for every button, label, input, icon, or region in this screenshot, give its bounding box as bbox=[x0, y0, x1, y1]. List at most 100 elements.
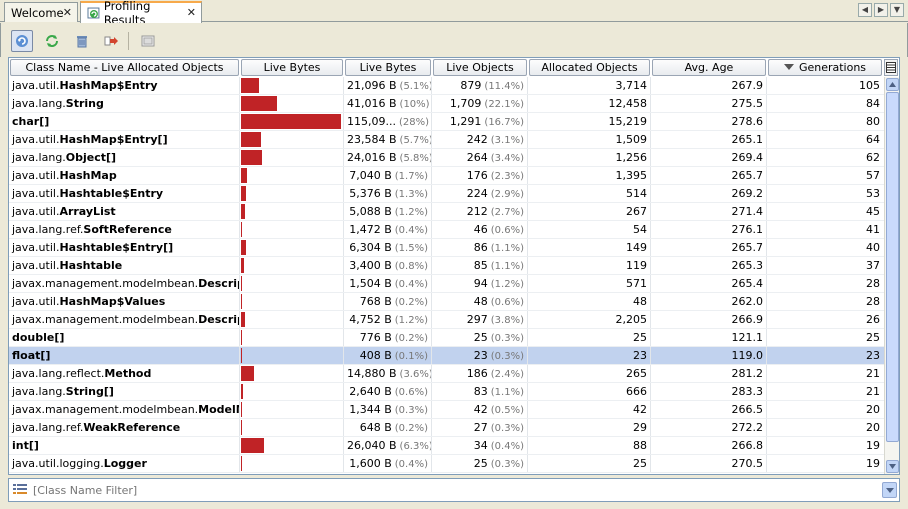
package-name: java.util. bbox=[12, 187, 60, 200]
class-name-cell: java.util.Hashtable bbox=[9, 257, 240, 274]
table-row[interactable]: javax.management.modelmbean.Descripto...… bbox=[9, 311, 885, 329]
allocated-objects-cell: 88 bbox=[528, 437, 651, 454]
table-row[interactable]: float[] 408 B (0.1%) 23 (0.3%) 23 119.0 23 bbox=[9, 347, 885, 365]
take-snapshot-button[interactable] bbox=[137, 30, 159, 52]
table-row[interactable]: java.util.Hashtable 3,400 B (0.8%) 85 (1.1%)… bbox=[9, 257, 885, 275]
column-header-class-name[interactable]: Class Name - Live Allocated Objects bbox=[10, 59, 239, 76]
table-row[interactable]: char[] 115,09... (28%) 1,291 (16.7%) 15,219 27… bbox=[9, 113, 885, 131]
tab-welcome[interactable]: Welcome ✕ bbox=[4, 2, 78, 22]
table-row[interactable]: java.lang.String 41,016 B (10%) 1,709 (22.1%… bbox=[9, 95, 885, 113]
generations-cell: 105 bbox=[859, 79, 880, 92]
export-button[interactable] bbox=[100, 30, 122, 52]
avg-age-cell: 278.6 bbox=[651, 113, 767, 130]
vertical-scrollbar[interactable] bbox=[884, 77, 899, 474]
live-objects-percent: (1.1%) bbox=[490, 261, 524, 272]
close-icon[interactable]: ✕ bbox=[187, 6, 196, 19]
package-name: java.lang. bbox=[12, 97, 66, 110]
table-row[interactable]: java.util.HashMap 7,040 B (1.7%) 176 (2.3%) 1… bbox=[9, 167, 885, 185]
class-name: Descripto... bbox=[198, 313, 239, 326]
class-name: SoftReference bbox=[83, 223, 172, 236]
live-bytes-value: 1,600 B bbox=[349, 457, 392, 470]
live-bytes-bar-cell bbox=[240, 185, 344, 202]
scroll-left-icon[interactable]: ◀ bbox=[858, 3, 872, 17]
table-row[interactable]: java.lang.String[] 2,640 B (0.6%) 83 (1.1%) 6… bbox=[9, 383, 885, 401]
live-objects-percent: (1.1%) bbox=[490, 387, 524, 398]
package-name: java.util. bbox=[12, 133, 60, 146]
avg-age-cell: 281.2 bbox=[651, 365, 767, 382]
table-row[interactable]: java.lang.Object[] 24,016 B (5.8%) 264 (3.4%… bbox=[9, 149, 885, 167]
live-bytes-bar-cell bbox=[240, 347, 344, 364]
live-objects-percent: (3.4%) bbox=[490, 153, 524, 164]
column-header-avg-age[interactable]: Avg. Age bbox=[652, 59, 766, 76]
column-header-live-objects[interactable]: Live Objects bbox=[433, 59, 527, 76]
avg-age-cell: 272.2 bbox=[651, 419, 767, 436]
live-objects-percent: (2.4%) bbox=[490, 369, 524, 380]
package-name: java.util.logging. bbox=[12, 457, 104, 470]
tab-list-dropdown-icon[interactable]: ▼ bbox=[890, 3, 904, 17]
class-name-cell: java.lang.String bbox=[9, 95, 240, 112]
table-row[interactable]: javax.management.modelmbean.ModelMB... 1,… bbox=[9, 401, 885, 419]
live-bytes-bar bbox=[241, 96, 277, 111]
column-chooser-button[interactable] bbox=[884, 59, 898, 76]
scroll-down-button[interactable] bbox=[886, 460, 899, 473]
class-name-filter-input[interactable] bbox=[33, 481, 873, 499]
table-row[interactable]: java.util.ArrayList 5,088 B (1.2%) 212 (2.7%… bbox=[9, 203, 885, 221]
allocated-objects-cell: 3,714 bbox=[528, 77, 651, 94]
table-row[interactable]: double[] 776 B (0.2%) 25 (0.3%) 25 121.1 25 bbox=[9, 329, 885, 347]
live-objects-percent: (11.4%) bbox=[484, 81, 524, 92]
live-bytes-value: 768 B bbox=[359, 295, 392, 308]
table-row[interactable]: java.util.HashMap$Entry[] 23,584 B (5.7%) 2… bbox=[9, 131, 885, 149]
column-header-live-bytes-bar[interactable]: Live Bytes bbox=[241, 59, 343, 76]
generations-cell: 62 bbox=[866, 151, 880, 164]
table-row[interactable]: java.lang.ref.WeakReference 648 B (0.2%) 27… bbox=[9, 419, 885, 437]
live-objects-value: 297 bbox=[466, 313, 488, 326]
close-icon[interactable]: ✕ bbox=[63, 6, 72, 19]
table-row[interactable]: java.util.Hashtable$Entry[] 6,304 B (1.5%)… bbox=[9, 239, 885, 257]
class-name-cell: java.util.HashMap bbox=[9, 167, 240, 184]
generations-cell: 25 bbox=[866, 331, 880, 344]
live-bytes-cell: 1,344 B (0.3%) bbox=[344, 401, 432, 418]
class-name: ArrayList bbox=[59, 205, 116, 218]
table-row[interactable]: java.util.HashMap$Values 768 B (0.2%) 48 (0.… bbox=[9, 293, 885, 311]
scroll-right-icon[interactable]: ▶ bbox=[874, 3, 888, 17]
table-row[interactable]: java.util.HashMap$Entry 21,096 B (5.1%) 879… bbox=[9, 77, 885, 95]
run-gc-button[interactable] bbox=[71, 30, 93, 52]
column-header-live-bytes[interactable]: Live Bytes bbox=[345, 59, 431, 76]
live-bytes-bar-cell bbox=[240, 437, 344, 454]
table-row[interactable]: java.lang.reflect.Method 14,880 B (3.6%) 18… bbox=[9, 365, 885, 383]
filter-type-icon[interactable] bbox=[13, 483, 29, 497]
live-bytes-value: 24,016 B bbox=[347, 151, 397, 164]
column-header-generations[interactable]: Generations bbox=[768, 59, 882, 76]
class-name: int[] bbox=[12, 439, 39, 452]
table-row[interactable]: java.util.logging.Logger 1,600 B (0.4%) 25(… bbox=[9, 455, 885, 473]
live-objects-cell: 879 (11.4%) bbox=[432, 77, 528, 94]
update-results-button[interactable] bbox=[11, 30, 33, 52]
filter-history-dropdown[interactable] bbox=[882, 482, 897, 498]
live-bytes-percent: (0.3%) bbox=[394, 405, 428, 416]
avg-age-cell: 275.5 bbox=[651, 95, 767, 112]
class-name: String bbox=[65, 97, 104, 110]
column-header-allocated-objects[interactable]: Allocated Objects bbox=[529, 59, 650, 76]
live-objects-cell: 176 (2.3%) bbox=[432, 167, 528, 184]
table-row[interactable]: int[] 26,040 B (6.3%) 34 (0.4%) 88 266.8 19 bbox=[9, 437, 885, 455]
table-row[interactable]: java.util.Hashtable$Entry 5,376 B (1.3%) 22… bbox=[9, 185, 885, 203]
table-row[interactable]: javax.management.modelmbean.Descripto...… bbox=[9, 275, 885, 293]
scroll-up-button[interactable] bbox=[886, 78, 899, 91]
live-bytes-bar-cell bbox=[240, 329, 344, 346]
live-objects-value: 23 bbox=[473, 349, 488, 362]
live-bytes-cell: 115,09... (28%) bbox=[344, 113, 432, 130]
package-name: java.lang. bbox=[12, 385, 66, 398]
auto-refresh-button[interactable] bbox=[41, 30, 63, 52]
live-objects-percent: (0.4%) bbox=[490, 441, 524, 452]
live-objects-cell: 85 (1.1%) bbox=[432, 257, 528, 274]
allocated-objects-cell: 42 bbox=[528, 401, 651, 418]
class-name-cell: java.lang.ref.WeakReference bbox=[9, 419, 240, 436]
class-name: HashMap bbox=[59, 169, 117, 182]
table-row[interactable]: java.lang.ref.SoftReference 1,472 B (0.4%)… bbox=[9, 221, 885, 239]
live-bytes-bar bbox=[241, 114, 341, 129]
live-bytes-bar-cell bbox=[240, 365, 344, 382]
generations-cell: 57 bbox=[866, 169, 880, 182]
scrollbar-thumb[interactable] bbox=[886, 92, 899, 442]
live-objects-cell: 42 (0.5%) bbox=[432, 401, 528, 418]
tab-profiling-results[interactable]: Profiling Results ✕ bbox=[80, 0, 202, 27]
